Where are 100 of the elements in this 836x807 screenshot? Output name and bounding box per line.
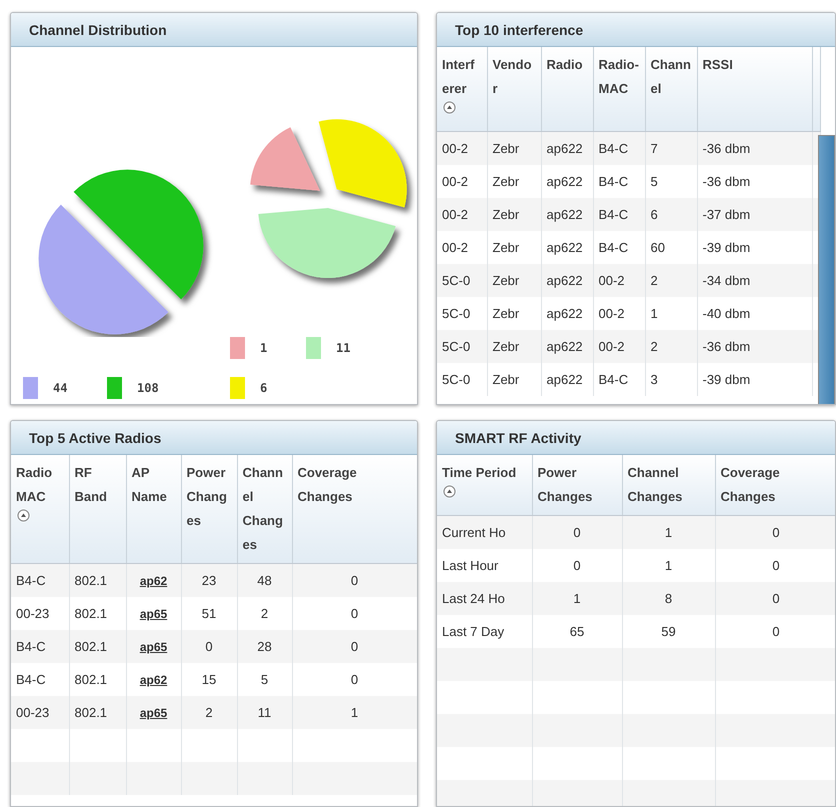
column-header[interactable]: Channel <box>645 47 697 132</box>
table-cell: 00-2 <box>598 273 625 288</box>
table-cell: 0 <box>350 639 358 654</box>
table-cell: 5 <box>260 672 268 687</box>
table-cell: 00-23 <box>16 606 50 621</box>
column-header-label: AP Name <box>132 464 168 506</box>
column-header-label: Coverage Changes <box>298 464 358 506</box>
table-cell: 5 <box>650 174 658 189</box>
column-header[interactable]: Time Period <box>437 455 532 516</box>
column-header[interactable]: RSSI <box>697 47 812 132</box>
table-cell: 0 <box>772 525 780 540</box>
table-cell: Zebr <box>492 174 520 189</box>
table-cell: 00-2 <box>598 339 625 354</box>
table-cell: 0 <box>573 558 581 573</box>
table-cell: 5C-0 <box>442 273 470 288</box>
table-cell: Zebr <box>492 339 520 354</box>
table-cell: B4-C <box>16 672 46 687</box>
table-cell: 0 <box>350 573 358 588</box>
column-header[interactable]: AP Name <box>126 455 181 564</box>
table-cell: 48 <box>257 573 272 588</box>
column-header-label: Power Changes <box>538 464 594 506</box>
table-cell: ap622 <box>546 240 583 255</box>
table-cell: 65 <box>570 624 584 639</box>
sort-icon[interactable] <box>443 485 456 498</box>
table-cell: 802.1 <box>74 639 108 654</box>
table-cell: 00-2 <box>442 207 468 222</box>
column-header[interactable]: Radio MAC <box>11 455 69 564</box>
table-cell: ap622 <box>546 339 583 354</box>
column-header-label: Vendor <box>492 56 533 98</box>
table-cell: 0 <box>772 591 780 606</box>
table-cell: 8 <box>664 591 672 606</box>
column-header[interactable]: Interferer <box>437 47 487 132</box>
table-cell: 0 <box>573 525 581 540</box>
column-header[interactable]: Radio <box>541 47 593 132</box>
table-cell: 1 <box>664 558 672 573</box>
column-header-label: RSSI <box>702 56 734 74</box>
column-header[interactable]: Coverage Changes <box>715 455 835 516</box>
table-cell: 23 <box>202 573 216 588</box>
table-cell: Zebr <box>492 240 520 255</box>
column-header[interactable]: Radio-MAC <box>593 47 645 132</box>
table-cell: 7 <box>650 141 658 156</box>
table-cell: -40 dbm <box>702 306 750 321</box>
table-cell: 802.1 <box>74 672 108 687</box>
table-cell: B4-C <box>598 240 628 255</box>
panel-title: Top 5 Active Radios <box>11 421 417 455</box>
table-cell: 28 <box>257 639 272 654</box>
table-cell: ap622 <box>546 207 583 222</box>
table-cell: 15 <box>202 672 216 687</box>
column-header-label: RF Band <box>74 464 108 506</box>
table-cell: B4-C <box>598 174 628 189</box>
ap-name-link[interactable]: ap65 <box>140 607 168 621</box>
table-cell: 3 <box>650 372 658 387</box>
column-header[interactable]: Channel Changes <box>622 455 715 516</box>
column-header-label: Interferer <box>442 56 476 98</box>
panel-title: Channel Distribution <box>11 13 417 47</box>
table-cell: 2 <box>650 339 658 354</box>
table-cell: -36 dbm <box>702 339 750 354</box>
table-cell: ap622 <box>546 273 583 288</box>
table-cell: Zebr <box>492 306 520 321</box>
table-cell: -36 dbm <box>702 174 750 189</box>
table-cell: 2 <box>260 606 268 621</box>
table-cell: 1 <box>664 525 672 540</box>
sort-icon[interactable] <box>17 509 30 522</box>
ap-name-link[interactable]: ap62 <box>140 673 168 687</box>
column-header-label: Channel <box>650 56 692 98</box>
table-cell: 51 <box>202 606 216 621</box>
column-header[interactable]: Power Changes <box>181 455 237 564</box>
table-cell: -34 dbm <box>702 273 750 288</box>
table-cell: -39 dbm <box>702 372 750 387</box>
table-cell: ap622 <box>546 174 583 189</box>
table-cell: 0 <box>350 672 358 687</box>
table-cell: 6 <box>650 207 658 222</box>
column-header[interactable]: Channel Changes <box>237 455 292 564</box>
table-cell: 11 <box>258 705 272 720</box>
column-header[interactable]: Vendor <box>487 47 541 132</box>
table-cell: 2 <box>205 705 213 720</box>
column-header-label: Power Changes <box>186 464 228 530</box>
table-cell: ap622 <box>546 141 583 156</box>
table-cell: 802.1 <box>74 705 108 720</box>
sort-icon[interactable] <box>443 101 456 114</box>
column-header[interactable]: Power Changes <box>532 455 622 516</box>
table-cell: 5C-0 <box>442 372 470 387</box>
table-cell: 0 <box>205 639 213 654</box>
table-cell: B4-C <box>16 639 46 654</box>
table-cell: Current Ho <box>442 525 506 540</box>
table-cell: 0 <box>772 624 780 639</box>
table-cell: Last Hour <box>442 558 498 573</box>
table-cell: Last 24 Ho <box>442 591 505 606</box>
legend-label: 108 <box>137 381 159 395</box>
column-header[interactable]: Coverage Changes <box>292 455 417 564</box>
table-cell: 00-2 <box>442 174 468 189</box>
column-header-label: Radio MAC <box>16 464 54 506</box>
legend-label: 11 <box>336 341 350 355</box>
scrollbar[interactable] <box>818 135 835 404</box>
table-cell: 60 <box>650 240 665 255</box>
legend-label: 6 <box>260 381 268 395</box>
legend-label: 1 <box>260 341 268 355</box>
table-cell: 1 <box>573 591 581 606</box>
column-header[interactable]: RF Band <box>69 455 126 564</box>
table-cell: -37 dbm <box>702 207 750 222</box>
